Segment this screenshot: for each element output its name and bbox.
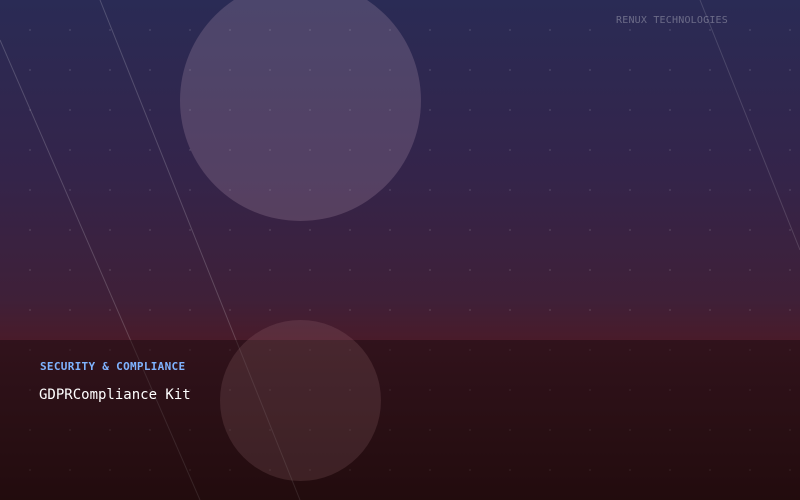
category-label: SECURITY & COMPLIANCE xyxy=(40,360,186,373)
brand-name: RENUX TECHNOLOGIES xyxy=(616,15,728,26)
decorative-circle-bottom xyxy=(220,320,381,481)
hero-banner: RENUX TECHNOLOGIES SECURITY & COMPLIANCE… xyxy=(0,0,800,500)
product-title: GDPRCompliance Kit xyxy=(39,387,191,403)
